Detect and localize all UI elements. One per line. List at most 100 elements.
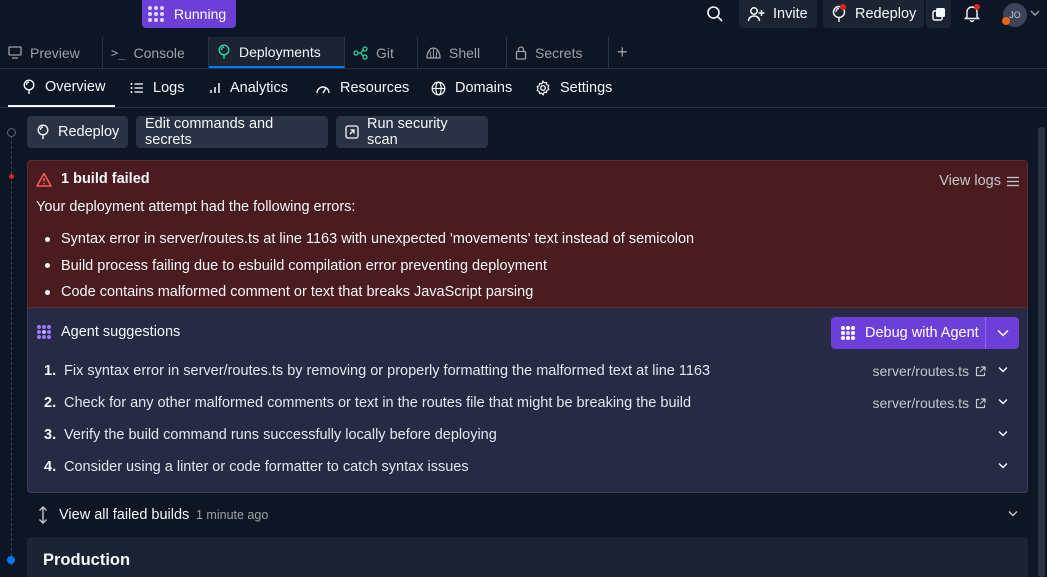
suggestion-file-label: server/routes.ts xyxy=(872,363,969,379)
timeline-line xyxy=(11,136,12,566)
security-scan-label: Run security scan xyxy=(367,116,448,148)
view-logs-label: View logs xyxy=(939,173,1001,189)
external-link-icon xyxy=(975,397,986,409)
tab-analytics-label: Analytics xyxy=(230,80,289,96)
copy-icon[interactable] xyxy=(926,0,951,28)
tab-secrets[interactable]: Secrets xyxy=(507,37,609,68)
agent-suggestions-title-text: Agent suggestions xyxy=(61,324,181,340)
chevron-down-icon[interactable] xyxy=(998,462,1010,472)
run-status-button[interactable]: Running xyxy=(142,0,236,28)
tab-resources-label: Resources xyxy=(340,80,410,96)
suggestion-text: Consider using a linter or code formatte… xyxy=(64,459,469,475)
redeploy-button[interactable]: Redeploy xyxy=(27,116,128,148)
search-icon[interactable] xyxy=(706,5,728,23)
expand-vertical-icon xyxy=(37,506,49,524)
tab-settings[interactable]: Settings xyxy=(535,69,612,107)
view-failed-builds-row[interactable]: View all failed builds 1 minute ago xyxy=(27,500,1028,530)
chevron-down-icon[interactable] xyxy=(986,329,1019,337)
tab-overview-label: Overview xyxy=(45,79,106,95)
agent-suggestions-card: Agent suggestions Debug with Agent 1. Fi… xyxy=(27,307,1028,493)
avatar-status-dot xyxy=(1002,17,1010,25)
agent-logo-icon xyxy=(36,324,52,340)
suggestion-file-link[interactable]: server/routes.ts xyxy=(873,395,986,411)
debug-with-agent-button[interactable]: Debug with Agent xyxy=(831,317,1019,349)
agent-logo-icon xyxy=(840,325,856,341)
suggestion-file-link[interactable]: server/routes.ts xyxy=(873,363,986,379)
invite-label: Invite xyxy=(773,6,808,22)
suggestion-item[interactable]: 3. Verify the build command runs success… xyxy=(28,419,1028,451)
edit-commands-label: Edit commands and secrets xyxy=(145,116,274,148)
deployment-nav: Overview Logs Analytics Resources Domain… xyxy=(0,69,1047,108)
suggestion-number: 3. xyxy=(44,427,57,443)
production-title: Production xyxy=(43,551,131,569)
invite-button[interactable]: Invite xyxy=(739,0,817,28)
suggestion-number: 4. xyxy=(44,459,57,475)
tab-console-label: Console xyxy=(133,44,185,61)
timeline-dot xyxy=(7,128,16,137)
agent-logo-icon xyxy=(148,6,164,22)
security-scan-button[interactable]: Run security scan xyxy=(336,116,488,148)
tab-shell-label: Shell xyxy=(449,44,481,61)
suggestion-item[interactable]: 4. Consider using a linter or code forma… xyxy=(28,451,1028,483)
error-text: Build process failing due to esbuild com… xyxy=(61,257,548,274)
gear-icon xyxy=(535,80,551,96)
timeline-error-dot xyxy=(9,174,14,179)
redeploy-top-button[interactable]: Redeploy xyxy=(823,0,924,28)
add-tab-button[interactable]: + xyxy=(617,43,628,61)
workspace-tabs: Preview >_ Console Deployments Git Shell… xyxy=(0,37,1047,69)
monitor-icon xyxy=(8,46,22,59)
timeline-active-dot xyxy=(7,556,15,564)
deploy-icon xyxy=(36,124,50,140)
shell-icon xyxy=(426,46,441,60)
build-error-list: Syntax error in server/routes.ts at line… xyxy=(44,226,694,306)
build-error-card: 1 build failed View logs Your deployment… xyxy=(27,160,1028,307)
scrollbar[interactable] xyxy=(1038,127,1045,577)
suggestion-text: Check for any other malformed comments o… xyxy=(64,395,692,411)
error-text: Code contains malformed comment or text … xyxy=(61,284,534,301)
debug-with-agent-label: Debug with Agent xyxy=(865,325,979,341)
tab-deployments-label: Deployments xyxy=(239,43,321,60)
chevron-down-icon[interactable] xyxy=(998,430,1010,440)
tab-shell[interactable]: Shell xyxy=(418,37,507,68)
list-icon xyxy=(1007,176,1019,187)
tab-resources[interactable]: Resources xyxy=(315,69,409,107)
suggestion-item[interactable]: 1. Fix syntax error in server/routes.ts … xyxy=(28,355,1028,387)
tab-secrets-label: Secrets xyxy=(535,44,583,61)
list-item: Syntax error in server/routes.ts at line… xyxy=(44,226,694,253)
tab-preview[interactable]: Preview xyxy=(0,37,103,68)
tab-deployments[interactable]: Deployments xyxy=(209,37,345,68)
tab-logs[interactable]: Logs xyxy=(130,69,184,107)
edit-commands-button[interactable]: Edit commands and secrets xyxy=(136,116,328,148)
terminal-icon: >_ xyxy=(111,45,126,60)
chevron-down-icon[interactable] xyxy=(1008,510,1018,517)
list-icon xyxy=(130,82,144,94)
chevron-down-icon[interactable] xyxy=(1030,9,1042,19)
list-item: Code contains malformed comment or text … xyxy=(44,279,694,306)
external-scan-icon xyxy=(345,125,359,139)
chevron-down-icon[interactable] xyxy=(998,398,1010,408)
build-error-title: 1 build failed xyxy=(36,171,150,187)
tab-logs-label: Logs xyxy=(153,80,185,96)
tab-git[interactable]: Git xyxy=(345,37,418,68)
tab-analytics[interactable]: Analytics xyxy=(209,69,288,107)
add-user-icon xyxy=(747,6,765,22)
deploy-icon xyxy=(217,43,231,60)
tab-domains[interactable]: Domains xyxy=(431,69,512,107)
deploy-icon xyxy=(22,79,36,95)
chevron-down-icon[interactable] xyxy=(998,366,1010,376)
notification-bell-icon[interactable] xyxy=(963,4,983,24)
tab-console[interactable]: >_ Console xyxy=(103,37,209,68)
top-bar: Running Invite Redeploy JO xyxy=(0,0,1047,37)
lock-icon xyxy=(515,45,527,60)
view-logs-button[interactable]: View logs xyxy=(939,173,1019,189)
error-text: Syntax error in server/routes.ts at line… xyxy=(61,231,695,248)
list-item: Build process failing due to esbuild com… xyxy=(44,253,694,280)
redeploy-button-label: Redeploy xyxy=(58,124,120,140)
tab-domains-label: Domains xyxy=(455,80,513,96)
warning-icon xyxy=(36,172,52,187)
suggestion-item[interactable]: 2. Check for any other malformed comment… xyxy=(28,387,1028,419)
gauge-icon xyxy=(315,82,331,94)
debug-with-agent-main[interactable]: Debug with Agent xyxy=(831,317,986,349)
tab-overview[interactable]: Overview xyxy=(8,69,115,107)
git-icon xyxy=(353,45,368,60)
